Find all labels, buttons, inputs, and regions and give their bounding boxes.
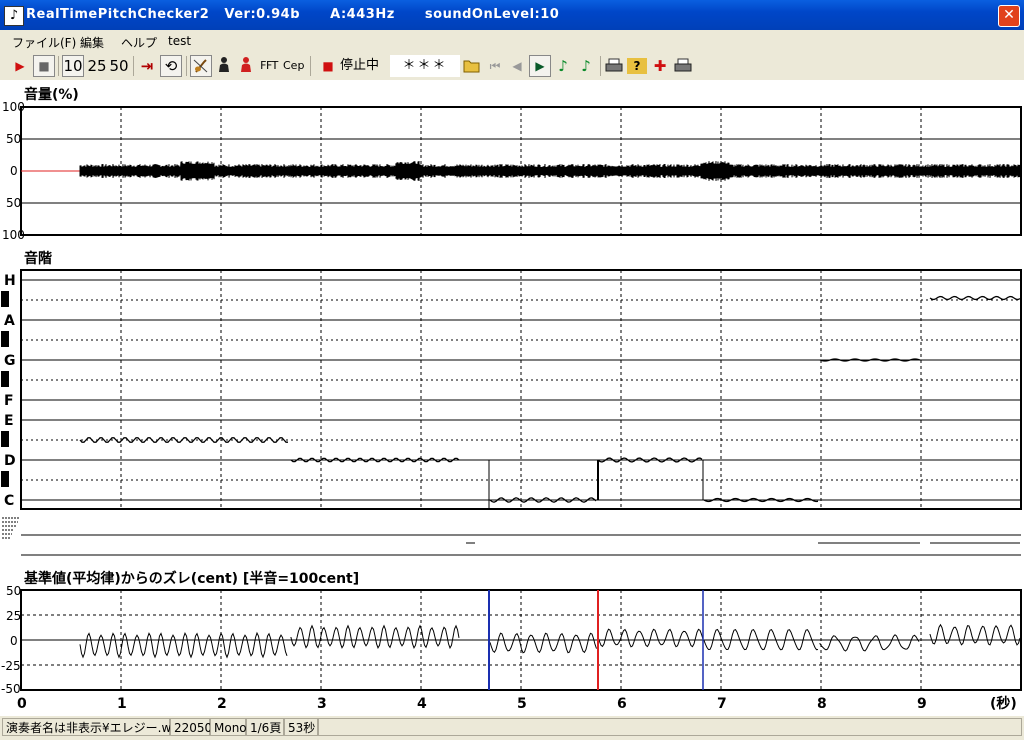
volume-panel-title: 音量(%) <box>24 86 79 103</box>
status-duration: 53秒 <box>284 718 318 736</box>
status-bar: 演奏者名は非表示¥エレジー.wav 22050 Mono 1/6頁 53秒 <box>0 716 1024 740</box>
deviation-segment <box>597 628 704 648</box>
volume-waveform <box>21 160 1022 182</box>
volume-y-label: 50 <box>6 196 21 210</box>
x-tick-label: 9 <box>917 696 927 712</box>
title-bar: ♪ RealTimePitchChecker2 Ver:0.94b A:443H… <box>0 0 1024 30</box>
x-axis-unit: (秒) <box>990 695 1017 712</box>
window-title: RealTimePitchChecker2 Ver:0.94b A:443Hz … <box>26 7 560 22</box>
x-tick-label: 8 <box>817 696 827 712</box>
note-label-h: H <box>4 273 16 289</box>
black-key-mark <box>1 471 9 487</box>
cep-button[interactable]: Cep <box>283 55 304 77</box>
x-tick-label: 3 <box>317 696 327 712</box>
x-tick-label: 2 <box>217 696 227 712</box>
singer-icon[interactable] <box>214 55 234 77</box>
x-tick-label: 4 <box>417 696 427 712</box>
x-tick-label: 5 <box>517 696 527 712</box>
record-stop-icon: ■ <box>322 59 334 73</box>
deviation-y-label: 25 <box>6 609 21 623</box>
close-button[interactable]: ✕ <box>998 5 1020 27</box>
volume-waveform-path <box>79 160 1022 182</box>
volume-y-label: 50 <box>6 132 21 146</box>
toolbar: ▶ ■ 10 25 50 ⇥ ⟲ FFT Cep ■ 停止中 ＊＊＊ ⏮ ◀ ▶… <box>0 52 1024 81</box>
menu-test[interactable]: test <box>168 34 191 48</box>
grid-layer <box>1 107 1021 690</box>
singer-red-icon[interactable] <box>236 55 256 77</box>
nav-first-icon[interactable]: ⏮ <box>485 55 505 77</box>
status-rate: 22050 <box>170 718 212 736</box>
zoom-25-button[interactable]: 25 <box>86 55 108 77</box>
note-label-d: D <box>4 453 16 469</box>
app-icon: ♪ <box>4 6 24 26</box>
toolbar-separator <box>58 56 59 76</box>
loop-icon[interactable]: ⟲ <box>160 55 182 77</box>
zoom-10-button[interactable]: 10 <box>62 55 84 77</box>
nav-next-icon[interactable]: ▶ <box>529 55 551 77</box>
menu-file[interactable]: ファイル(F) <box>12 34 76 51</box>
deviation-segment <box>290 624 460 650</box>
scale-frame <box>20 269 1022 510</box>
black-key-mark <box>1 431 9 447</box>
menu-bar: ファイル(F) 編集 ヘルプ test <box>0 30 1024 52</box>
toolbar-separator <box>133 56 134 76</box>
display-field: ＊＊＊ <box>390 55 460 77</box>
jump-end-icon[interactable]: ⇥ <box>137 55 157 77</box>
cursor-icon[interactable]: ✚ <box>650 55 670 77</box>
note-label-e: E <box>4 413 14 429</box>
status-channels: Mono <box>210 718 247 736</box>
note-label-c: C <box>4 493 14 509</box>
fft-button[interactable]: FFT <box>259 55 279 77</box>
toolbar-separator <box>600 56 601 76</box>
status-empty <box>318 718 1022 736</box>
help-icon[interactable]: ? <box>627 58 647 74</box>
deviation-segment <box>819 634 920 652</box>
x-tick-label: 0 <box>17 696 27 712</box>
deviation-y-label: 0 <box>10 634 18 648</box>
print-setup-icon[interactable] <box>673 55 693 77</box>
pitch-segment <box>489 497 597 503</box>
scale-panel-title: 音階 <box>24 250 52 267</box>
note-alt-icon[interactable]: ♪ <box>576 55 596 77</box>
x-tick-label: 7 <box>717 696 727 712</box>
stop-icon[interactable]: ■ <box>33 55 55 77</box>
deviation-segment <box>79 631 288 659</box>
folder-open-icon[interactable] <box>462 55 482 77</box>
volume-y-label: 0 <box>10 164 18 178</box>
x-tick-label: 6 <box>617 696 627 712</box>
violin-icon[interactable] <box>190 55 212 77</box>
note-icon[interactable]: ♪ <box>553 55 573 77</box>
toolbar-separator <box>310 56 311 76</box>
black-key-mark <box>1 331 9 347</box>
plot-canvas: 音量(%) 音階 基準値(平均律)からのズレ(cent) [半音=100cent… <box>1 86 1022 712</box>
deviation-panel-title: 基準値(平均律)からのズレ(cent) [半音=100cent] <box>24 570 359 587</box>
status-file: 演奏者名は非表示¥エレジー.wav <box>2 718 186 736</box>
note-label-f: F <box>4 393 14 409</box>
menu-edit[interactable]: 編集 <box>80 34 104 51</box>
menu-help[interactable]: ヘルプ <box>121 34 157 51</box>
deviation-segment <box>489 632 597 654</box>
print-icon[interactable] <box>604 55 624 77</box>
status-text: 停止中 <box>340 58 380 73</box>
black-key-mark <box>1 371 9 387</box>
x-tick-label: 1 <box>117 696 127 712</box>
toolbar-separator <box>186 56 187 76</box>
nav-prev-icon[interactable]: ◀ <box>507 55 527 77</box>
deviation-y-label: -25 <box>1 659 21 673</box>
note-label-g: G <box>4 353 16 369</box>
status-page: 1/6頁 <box>246 718 284 736</box>
pitch-segment <box>929 295 1021 301</box>
plot-area: 音量(%) 音階 基準値(平均律)からのズレ(cent) [半音=100cent… <box>0 80 1024 716</box>
note-label-a: A <box>4 313 15 329</box>
black-key-mark <box>1 291 9 307</box>
play-icon[interactable]: ▶ <box>10 55 30 77</box>
deviation-segment <box>929 623 1021 646</box>
deviation-y-label: 50 <box>6 584 21 598</box>
zoom-50-button[interactable]: 50 <box>108 55 130 77</box>
deviation-y-label: -50 <box>1 682 21 696</box>
